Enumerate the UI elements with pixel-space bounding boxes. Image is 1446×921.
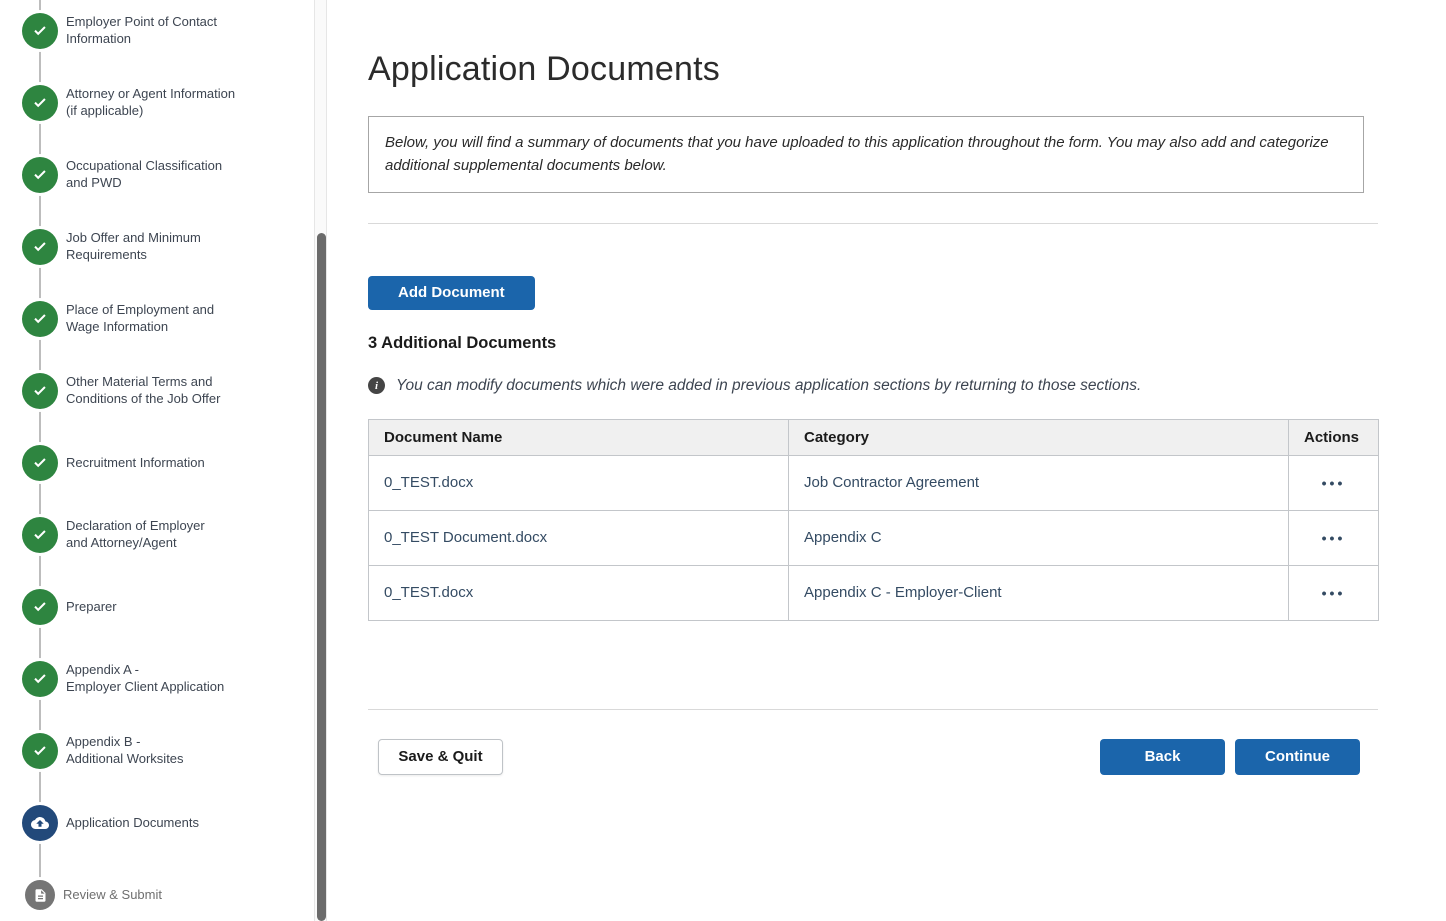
continue-button[interactable]: Continue [1235, 739, 1360, 775]
sidebar-step-label: Appendix A - Employer Client Application [66, 662, 224, 696]
sidebar-steps: Employer Point of Contact Information At… [0, 0, 314, 921]
main-content: Application Documents Below, you will fi… [327, 0, 1446, 921]
sidebar-step-label: Application Documents [66, 815, 199, 832]
save-quit-button[interactable]: Save & Quit [378, 739, 503, 775]
footer-right-buttons: Back Continue [1100, 739, 1360, 775]
row-actions-button[interactable]: ••• [1318, 470, 1350, 496]
column-header-document-name: Document Name [369, 419, 789, 455]
sidebar-item-other-material-terms[interactable]: Other Material Terms and Conditions of t… [22, 355, 314, 427]
table-row: 0_TEST Document.docx Appendix C ••• [369, 510, 1379, 565]
sidebar-item-appendix-a-employer-client-application[interactable]: Appendix A - Employer Client Application [22, 643, 314, 715]
check-icon [22, 229, 58, 265]
sidebar-item-application-documents[interactable]: Application Documents [22, 787, 314, 859]
category-cell: Job Contractor Agreement [789, 455, 1289, 510]
sidebar-step-label: Review & Submit [63, 887, 162, 904]
sidebar-item-recruitment-information[interactable]: Recruitment Information [22, 427, 314, 499]
category-cell: Appendix C - Employer-Client [789, 565, 1289, 620]
sidebar-scrollbar[interactable] [314, 0, 327, 921]
check-icon [22, 301, 58, 337]
footer-actions: Save & Quit Back Continue [368, 739, 1378, 775]
check-icon [22, 445, 58, 481]
sidebar-step-label: Other Material Terms and Conditions of t… [66, 374, 220, 408]
check-icon [22, 661, 58, 697]
document-icon [25, 880, 55, 910]
documents-table-body: 0_TEST.docx Job Contractor Agreement •••… [369, 455, 1379, 620]
note-text: You can modify documents which were adde… [396, 377, 1141, 395]
check-icon [22, 157, 58, 193]
check-icon [22, 733, 58, 769]
table-row: 0_TEST.docx Job Contractor Agreement ••• [369, 455, 1379, 510]
sidebar-item-review-and-submit[interactable]: Review & Submit [22, 859, 314, 921]
section-divider-bottom [368, 709, 1378, 710]
check-icon [22, 13, 58, 49]
sidebar-step-label: Declaration of Employer and Attorney/Age… [66, 518, 205, 552]
sidebar-step-label: Place of Employment and Wage Information [66, 302, 214, 336]
sidebar-step-label: Appendix B - Additional Worksites [66, 734, 184, 768]
check-icon [22, 517, 58, 553]
document-name-cell: 0_TEST Document.docx [369, 510, 789, 565]
table-row: 0_TEST.docx Appendix C - Employer-Client… [369, 565, 1379, 620]
sidebar-item-declaration-of-employer-and-attorney[interactable]: Declaration of Employer and Attorney/Age… [22, 499, 314, 571]
back-button[interactable]: Back [1100, 739, 1225, 775]
row-actions-button[interactable]: ••• [1318, 525, 1350, 551]
section-divider-top [368, 223, 1378, 224]
row-actions-button[interactable]: ••• [1318, 580, 1350, 606]
sidebar-step-label: Recruitment Information [66, 455, 205, 472]
cloud-upload-icon [22, 805, 58, 841]
add-document-button[interactable]: Add Document [368, 276, 535, 310]
sidebar-step-label: Attorney or Agent Information (if applic… [66, 86, 235, 120]
documents-table: Document Name Category Actions 0_TEST.do… [368, 419, 1379, 621]
sidebar-item-employer-point-of-contact[interactable]: Employer Point of Contact Information [22, 0, 314, 67]
intro-text: Below, you will find a summary of docume… [385, 134, 1329, 174]
column-header-category: Category [789, 419, 1289, 455]
sidebar-item-occupational-classification-and-pwd[interactable]: Occupational Classification and PWD [22, 139, 314, 211]
sidebar-step-label: Job Offer and Minimum Requirements [66, 230, 201, 264]
check-icon [22, 589, 58, 625]
app-window: Employer Point of Contact Information At… [0, 0, 1446, 921]
category-cell: Appendix C [789, 510, 1289, 565]
document-name-cell: 0_TEST.docx [369, 565, 789, 620]
documents-count-heading: 3 Additional Documents [368, 334, 1378, 353]
page-title: Application Documents [368, 50, 1378, 89]
table-header-row: Document Name Category Actions [369, 419, 1379, 455]
intro-box: Below, you will find a summary of docume… [368, 116, 1364, 193]
sidebar-step-label: Preparer [66, 599, 117, 616]
column-header-actions: Actions [1289, 419, 1379, 455]
scrollbar-thumb[interactable] [317, 233, 326, 921]
document-name-cell: 0_TEST.docx [369, 455, 789, 510]
progress-sidebar: Employer Point of Contact Information At… [0, 0, 314, 921]
modify-documents-note: You can modify documents which were adde… [368, 377, 1378, 395]
sidebar-step-label: Employer Point of Contact Information [66, 14, 217, 48]
info-icon [368, 377, 385, 394]
sidebar-item-attorney-or-agent-information[interactable]: Attorney or Agent Information (if applic… [22, 67, 314, 139]
sidebar-item-place-of-employment-and-wage[interactable]: Place of Employment and Wage Information [22, 283, 314, 355]
sidebar-step-label: Occupational Classification and PWD [66, 158, 222, 192]
sidebar-item-preparer[interactable]: Preparer [22, 571, 314, 643]
sidebar-item-job-offer-and-minimum-requirements[interactable]: Job Offer and Minimum Requirements [22, 211, 314, 283]
check-icon [22, 85, 58, 121]
check-icon [22, 373, 58, 409]
sidebar-item-appendix-b-additional-worksites[interactable]: Appendix B - Additional Worksites [22, 715, 314, 787]
